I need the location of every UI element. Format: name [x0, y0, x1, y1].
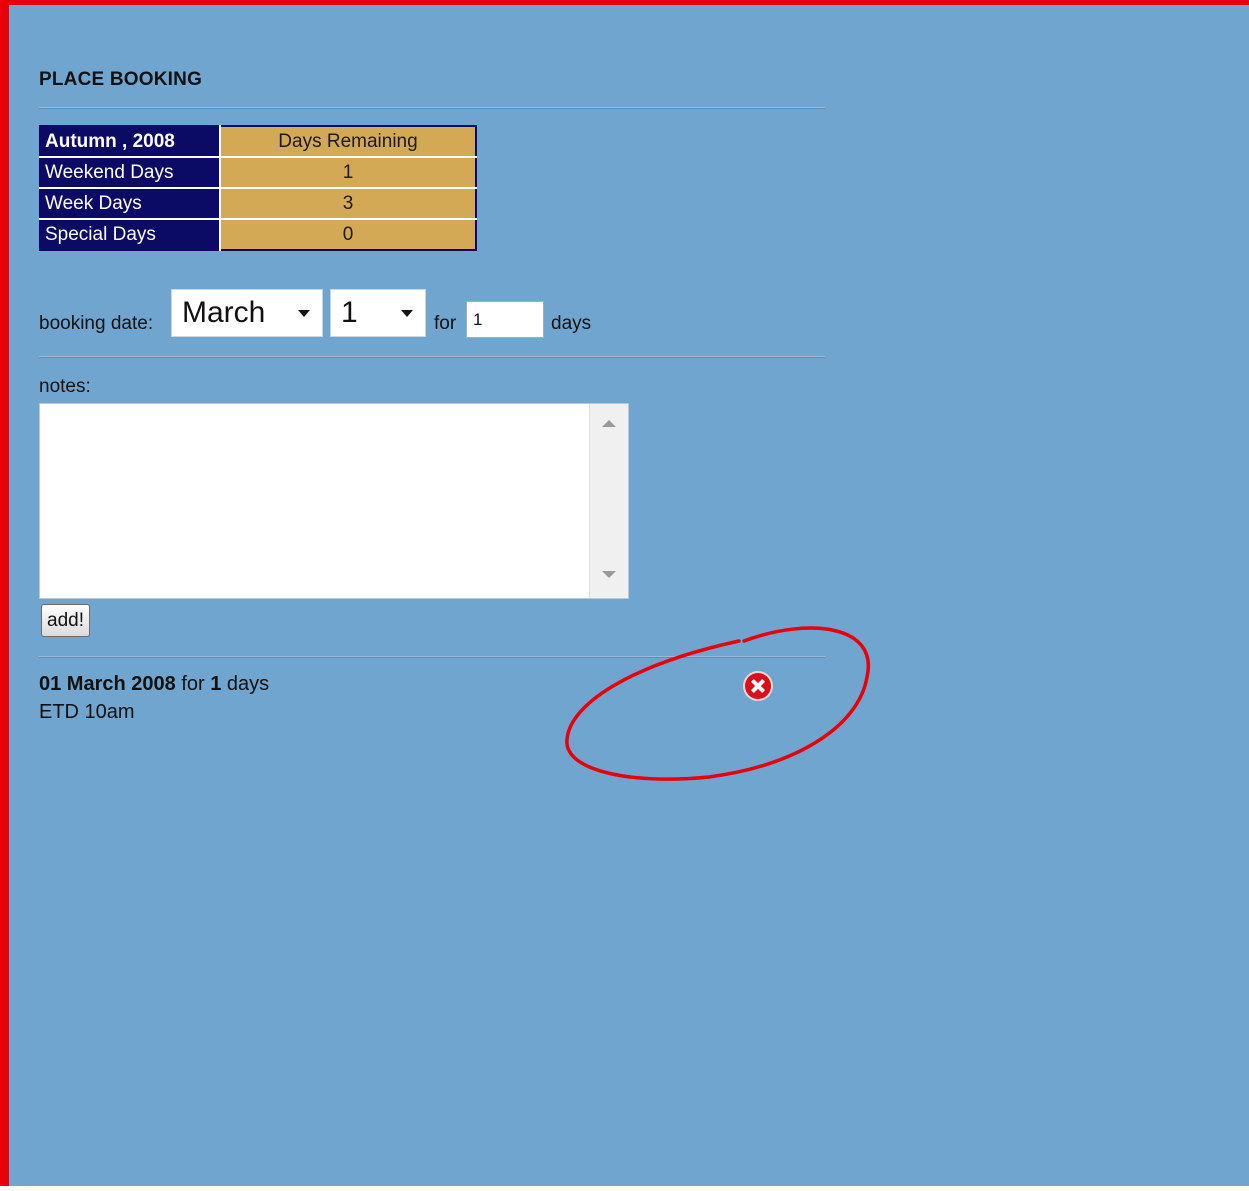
divider	[39, 356, 825, 358]
divider	[39, 656, 825, 658]
entry-days-text: days	[226, 673, 270, 695]
entry-summary: 01 March 2008 for 1 days	[39, 673, 269, 701]
for-label: for	[434, 313, 457, 334]
days-remaining-header: Days Remaining	[220, 126, 476, 158]
notes-label: notes:	[39, 376, 91, 397]
table-row: Special Days 0	[40, 219, 476, 250]
day-select[interactable]: 1	[330, 289, 426, 337]
entry-for-text: for	[181, 673, 205, 695]
delete-icon[interactable]	[745, 673, 771, 699]
row-value-special-days: 0	[220, 219, 476, 250]
scroll-down-arrow-icon[interactable]	[602, 571, 616, 578]
scroll-up-arrow-icon[interactable]	[602, 420, 616, 427]
day-select-value: 1	[341, 296, 358, 329]
notes-scrollbar[interactable]	[589, 404, 628, 598]
booking-entry: 01 March 2008 for 1 days ETD 10am	[39, 673, 269, 729]
days-remaining-table: Autumn , 2008 Days Remaining Weekend Day…	[39, 125, 477, 251]
entry-note: ETD 10am	[39, 701, 135, 723]
table-row: Week Days 3	[40, 188, 476, 220]
chevron-down-icon	[401, 310, 413, 317]
entry-date: 01 March 2008	[39, 673, 176, 695]
notes-textarea[interactable]	[39, 403, 629, 599]
month-select[interactable]: March	[171, 289, 323, 337]
row-value-week-days: 3	[220, 188, 476, 220]
season-label: Autumn , 2008	[40, 126, 221, 158]
entry-days-count: 1	[210, 673, 222, 695]
booking-date-row: booking date: March 1 for days	[39, 289, 819, 339]
row-label-week-days: Week Days	[40, 188, 221, 220]
table-row: Weekend Days 1	[40, 157, 476, 189]
chevron-down-icon	[298, 310, 310, 317]
table-header-row: Autumn , 2008 Days Remaining	[40, 126, 476, 158]
row-value-weekend-days: 1	[220, 157, 476, 189]
page-frame: PLACE BOOKING Autumn , 2008 Days Remaini…	[0, 0, 1249, 1186]
booking-date-label: booking date:	[39, 313, 154, 334]
days-label: days	[551, 313, 592, 334]
add-button[interactable]: add!	[41, 604, 90, 637]
days-count-input[interactable]	[466, 301, 544, 338]
row-label-weekend-days: Weekend Days	[40, 157, 221, 189]
month-select-value: March	[182, 296, 266, 329]
row-label-special-days: Special Days	[40, 219, 221, 250]
page-title: PLACE BOOKING	[39, 69, 203, 90]
divider	[39, 107, 825, 109]
